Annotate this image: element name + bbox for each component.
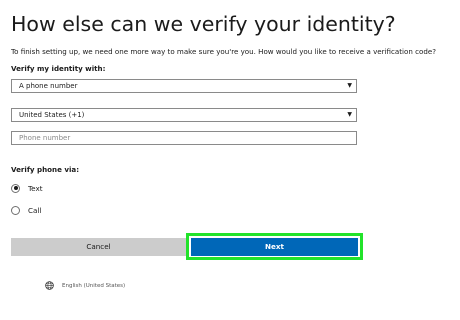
radio-label-call: Call [28, 205, 42, 215]
globe-icon [45, 281, 54, 290]
identity-method-value: A phone number [19, 82, 78, 90]
verify-identity-page: How else can we verify your identity? To… [0, 0, 460, 320]
identity-method-select[interactable]: A phone number ▼ [11, 79, 357, 93]
radio-option-call[interactable]: Call [11, 204, 41, 216]
phone-number-input[interactable]: Phone number [11, 131, 357, 145]
verify-phone-label: Verify phone via: [11, 165, 80, 174]
cancel-button[interactable]: Cancel [11, 238, 186, 256]
language-selector[interactable]: English (United States) [45, 281, 125, 290]
next-button[interactable]: Next [191, 238, 358, 256]
verify-identity-label: Verify my identity with: [11, 64, 106, 73]
radio-button-call[interactable] [11, 205, 20, 215]
language-label: English (United States) [62, 282, 126, 289]
page-description: To finish setting up, we need one more w… [11, 47, 436, 56]
radio-label-text: Text [28, 183, 43, 193]
radio-option-text[interactable]: Text [11, 182, 43, 194]
country-select[interactable]: United States (+1) ▼ [11, 108, 357, 122]
country-value: United States (+1) [19, 111, 85, 119]
radio-button-text[interactable] [11, 183, 20, 193]
caret-down-icon: ▼ [347, 111, 352, 118]
page-title: How else can we verify your identity? [11, 12, 396, 36]
caret-down-icon: ▼ [347, 82, 352, 89]
phone-number-placeholder: Phone number [19, 134, 71, 142]
